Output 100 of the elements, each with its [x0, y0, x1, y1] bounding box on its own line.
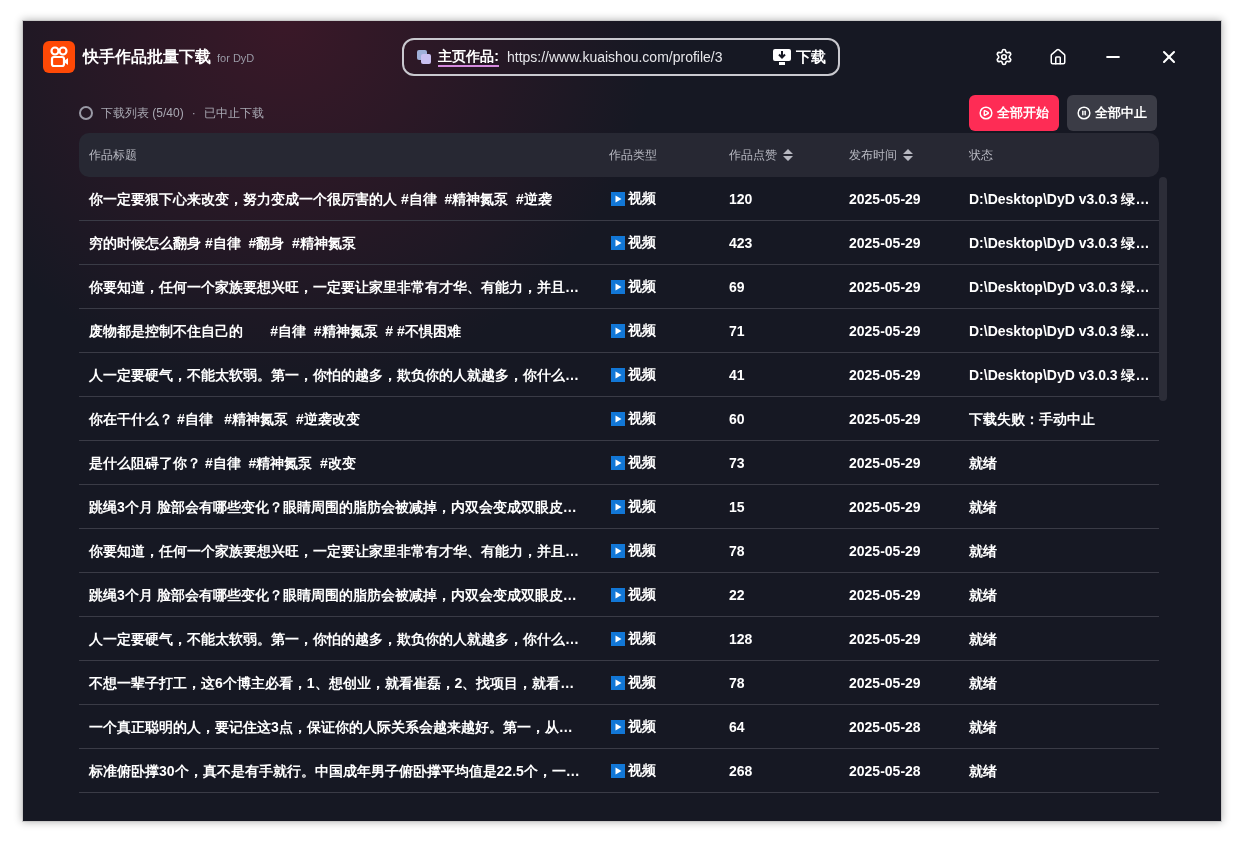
play-icon	[611, 587, 625, 602]
likes-cell: 78	[729, 674, 745, 691]
play-icon	[611, 279, 625, 294]
date-cell: 2025-05-29	[849, 322, 921, 339]
likes-cell: 15	[729, 498, 745, 515]
column-header[interactable]: 作品标题	[89, 146, 137, 164]
likes-cell: 22	[729, 586, 745, 603]
status-cell: 就绪	[969, 630, 997, 647]
download-state: 已中止下载	[203, 105, 264, 122]
column-header[interactable]: 作品类型	[609, 146, 657, 164]
type-cell-text: 视频	[628, 453, 656, 472]
likes-cell: 69	[729, 278, 745, 295]
title-cell: 标准俯卧撑30个，真不是有手就行。中国成年男子俯卧撑平均值是22.5个，一…	[89, 762, 580, 779]
type-cell-text: 视频	[628, 585, 656, 604]
status-cell: D:\Desktop\DyD v3.0.3 绿…	[969, 366, 1150, 383]
play-icon	[611, 455, 625, 470]
likes-cell: 78	[729, 542, 745, 559]
type-cell-text: 视频	[628, 189, 656, 208]
status-cell: 就绪	[969, 454, 997, 471]
column-header[interactable]: 发布时间	[849, 146, 913, 164]
type-cell-text: 视频	[628, 321, 656, 340]
play-icon	[611, 499, 625, 514]
status-cell: 就绪	[969, 542, 997, 559]
type-cell-text: 视频	[628, 277, 656, 296]
play-icon	[611, 367, 625, 382]
play-icon	[611, 763, 625, 778]
status-cell: D:\Desktop\DyD v3.0.3 绿…	[969, 322, 1150, 339]
type-cell-text: 视频	[628, 365, 656, 384]
title-cell: 跳绳3个月 脸部会有哪些变化？眼睛周围的脂肪会被减掉，内双会变成双眼皮…	[89, 498, 577, 515]
date-cell: 2025-05-29	[849, 454, 921, 471]
title-cell: 你要知道，任何一个家族要想兴旺，一定要让家里非常有才华、有能力，并且…	[89, 278, 579, 295]
status-cell: D:\Desktop\DyD v3.0.3 绿…	[969, 234, 1150, 251]
stop-all-button[interactable]: 全部中止	[1067, 95, 1157, 131]
date-cell: 2025-05-29	[849, 234, 921, 251]
title-cell: 你要知道，任何一个家族要想兴旺，一定要让家里非常有才华、有能力，并且…	[89, 542, 579, 559]
type-cell-text: 视频	[628, 717, 656, 736]
date-cell: 2025-05-29	[849, 630, 921, 647]
type-cell-text: 视频	[628, 409, 656, 428]
title-cell: 你一定要狠下心来改变，努力变成一个很厉害的人 #自律 #精神氮泵 #逆袭	[89, 190, 552, 207]
column-header[interactable]: 作品点赞	[729, 146, 793, 164]
likes-cell: 268	[729, 762, 753, 779]
date-cell: 2025-05-28	[849, 718, 921, 735]
date-cell: 2025-05-29	[849, 674, 921, 691]
status-cell: D:\Desktop\DyD v3.0.3 绿…	[969, 278, 1150, 295]
play-icon	[611, 191, 625, 206]
play-icon	[611, 719, 625, 734]
separator-dot: ·	[191, 105, 196, 122]
likes-cell: 64	[729, 718, 745, 735]
likes-cell: 41	[729, 366, 745, 383]
scrollbar-thumb[interactable]	[1159, 177, 1167, 401]
likes-cell: 423	[729, 234, 753, 251]
status-cell: 下载失败：手动中止	[969, 410, 1095, 427]
likes-cell: 120	[729, 190, 753, 207]
date-cell: 2025-05-29	[849, 410, 921, 427]
logo-icon	[43, 41, 75, 73]
likes-cell: 60	[729, 410, 745, 427]
home-icon[interactable]	[1049, 48, 1067, 66]
date-cell: 2025-05-29	[849, 278, 921, 295]
sort-icon[interactable]	[783, 149, 793, 161]
date-cell: 2025-05-29	[849, 190, 921, 207]
play-icon	[611, 323, 625, 338]
status-cell: D:\Desktop\DyD v3.0.3 绿…	[969, 190, 1150, 207]
status-cell: 就绪	[969, 718, 997, 735]
status-cell: 就绪	[969, 498, 997, 515]
play-icon	[611, 631, 625, 646]
play-icon	[979, 106, 993, 120]
title-cell: 一个真正聪明的人，要记住这3点，保证你的人际关系会越来越好。第一，从…	[89, 718, 573, 735]
pause-icon	[1077, 106, 1091, 120]
title-cell: 你在干什么？ #自律 #精神氮泵 #逆袭改变	[89, 410, 360, 427]
play-icon	[611, 235, 625, 250]
likes-cell: 128	[729, 630, 753, 647]
title-cell: 废物都是控制不住自己的 #自律 #精神氮泵 # #不惧困难	[89, 322, 461, 339]
date-cell: 2025-05-29	[849, 542, 921, 559]
app-title: 快手作品批量下载	[83, 47, 211, 67]
play-icon	[611, 411, 625, 426]
column-header[interactable]: 状态	[969, 146, 993, 164]
type-cell-text: 视频	[628, 629, 656, 648]
url-label: 主页作品:	[438, 47, 499, 67]
title-cell: 是什么阻碍了你？ #自律 #精神氮泵 #改变	[89, 454, 356, 471]
type-cell-text: 视频	[628, 497, 656, 516]
date-cell: 2025-05-28	[849, 762, 921, 779]
start-all-button[interactable]: 全部开始	[969, 95, 1059, 131]
date-cell: 2025-05-29	[849, 586, 921, 603]
title-cell: 人一定要硬气，不能太软弱。第一，你怕的越多，欺负你的人就越多，你什么…	[89, 630, 579, 647]
type-cell-text: 视频	[628, 673, 656, 692]
title-cell: 不想一辈子打工，这6个博主必看，1、想创业，就看崔磊，2、找项目，就看…	[89, 674, 575, 691]
settings-icon[interactable]	[995, 48, 1013, 66]
sort-icon[interactable]	[903, 149, 913, 161]
likes-cell: 73	[729, 454, 745, 471]
type-cell-text: 视频	[628, 233, 656, 252]
app-subtitle: for DyD	[217, 50, 255, 66]
url-field[interactable]: 主页作品: https://www.kuaishou.com/profile/3 下载	[402, 38, 841, 76]
status-cell: 就绪	[969, 674, 997, 691]
title-cell: 穷的时候怎么翻身 #自律 #翻身 #精神氮泵	[89, 234, 356, 251]
url-input[interactable]: https://www.kuaishou.com/profile/3	[506, 46, 743, 68]
list-count: 下载列表 (5/40)	[101, 105, 184, 122]
download-button[interactable]: 下载	[772, 45, 827, 69]
type-cell-text: 视频	[628, 761, 656, 780]
download-icon	[772, 48, 793, 66]
status-ring-icon	[79, 106, 93, 120]
